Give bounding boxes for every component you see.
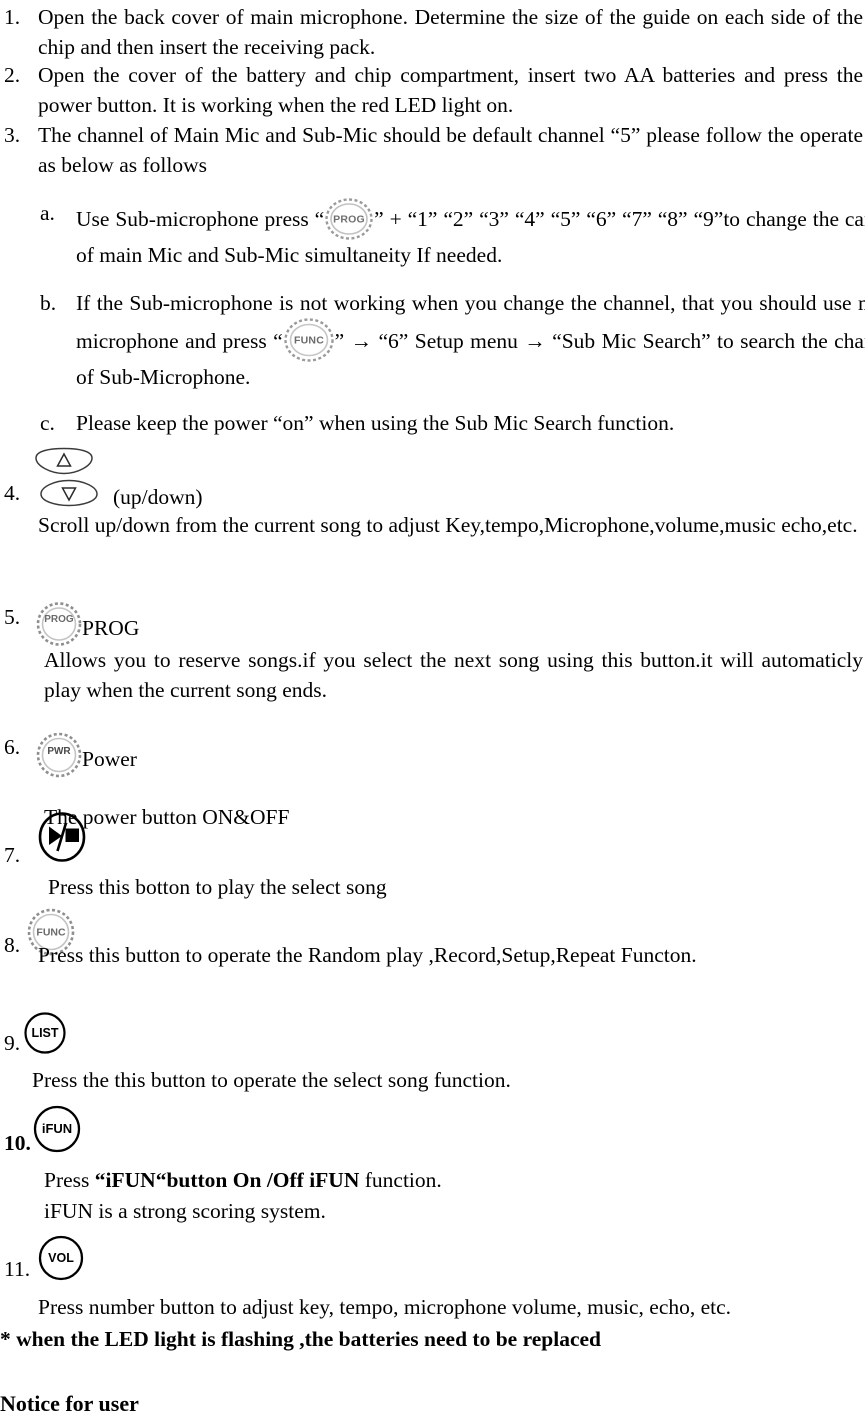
svg-text:VOL: VOL xyxy=(48,1251,74,1265)
list-number: 3. xyxy=(4,123,21,147)
step-10-text-part-1: Press xyxy=(44,1168,95,1192)
step-5-label: PROG xyxy=(82,616,140,640)
document-page: 1. Open the back cover of main microphon… xyxy=(0,0,865,1416)
svg-text:PROG: PROG xyxy=(333,214,365,226)
step-2-text: Open the cover of the battery and chip c… xyxy=(38,63,863,117)
list-number: 5. xyxy=(4,605,21,629)
svg-text:FUNC: FUNC xyxy=(36,927,66,939)
list-item: 3. The channel of Main Mic and Sub-Mic s… xyxy=(2,120,863,180)
step-7-description: Press this botton to play the select son… xyxy=(48,875,387,899)
step-10-text-part-2: “iFUN“button On /Off iFUN xyxy=(94,1168,360,1192)
list-number: 1. xyxy=(4,5,21,29)
list-number: 7. xyxy=(4,843,21,867)
step-5-description: Allows you to reserve songs.if you selec… xyxy=(44,648,863,702)
sub-list-item: a. Use Sub-microphone press “PROG” + “1”… xyxy=(2,198,865,270)
step-1-text: Open the back cover of main microphone. … xyxy=(38,5,863,59)
list-number: 8. xyxy=(4,933,21,957)
step-6-label: Power xyxy=(82,747,137,771)
step-4-label: (up/down) xyxy=(113,485,203,509)
list-item: 1. Open the back cover of main microphon… xyxy=(2,2,863,62)
svg-text:PWR: PWR xyxy=(47,746,71,757)
sub-list-item: b. If the Sub-microphone is not working … xyxy=(2,288,865,392)
list-number: 4. xyxy=(4,481,21,505)
list-item: 6. PWR Power xyxy=(2,732,863,786)
prog-button-icon: PROG xyxy=(325,198,373,240)
svg-text:PROG: PROG xyxy=(44,614,74,625)
step-10-text-part-3: function. xyxy=(359,1168,442,1192)
step-10-description-line2: iFUN is a strong scoring system. xyxy=(44,1199,326,1223)
step-3-text: The channel of Main Mic and Sub-Mic shou… xyxy=(38,123,863,177)
sub-list-letter: b. xyxy=(40,291,57,315)
list-number: 9. xyxy=(4,1031,21,1055)
list-number: 11. xyxy=(4,1257,31,1281)
ifun-button-icon: iFUN xyxy=(33,1105,81,1158)
arrow-up-rocker-icon xyxy=(33,446,95,481)
sub-list-item: c. Please keep the power “on” when using… xyxy=(2,408,865,438)
section-heading-notice-for-user: Notice for user xyxy=(0,1391,139,1416)
step-9-description: Press the this button to operate the sel… xyxy=(32,1068,511,1092)
list-number: 6. xyxy=(4,735,21,759)
play-stop-button-icon xyxy=(38,812,86,867)
sub-list-letter: a. xyxy=(40,201,55,225)
step-8-description: Press this button to operate the Random … xyxy=(38,943,697,967)
power-button-icon: PWR xyxy=(36,732,82,786)
step-6-description: The power button ON&OFF xyxy=(44,805,290,829)
svg-text:FUNC: FUNC xyxy=(294,335,324,347)
step-10-description-line1: Press “iFUN“button On /Off iFUN function… xyxy=(44,1165,863,1195)
step-4-description: Scroll up/down from the current song to … xyxy=(38,513,858,537)
list-number: 10. xyxy=(4,1131,31,1155)
battery-warning-footnote: * when the LED light is flashing ,the ba… xyxy=(0,1327,602,1351)
list-number: 2. xyxy=(4,63,21,87)
func-button-icon: FUNC xyxy=(283,318,334,362)
list-item: 2. Open the cover of the battery and chi… xyxy=(2,60,863,120)
sub-list-letter: c. xyxy=(40,411,55,435)
substep-c-text: Please keep the power “on” when using th… xyxy=(76,411,675,435)
svg-text:iFUN: iFUN xyxy=(42,1121,72,1136)
vol-button-icon: VOL xyxy=(38,1235,84,1286)
step-11-description: Press number button to adjust key, tempo… xyxy=(38,1295,732,1319)
substep-a-text-before: Use Sub-microphone press “ xyxy=(76,207,325,231)
